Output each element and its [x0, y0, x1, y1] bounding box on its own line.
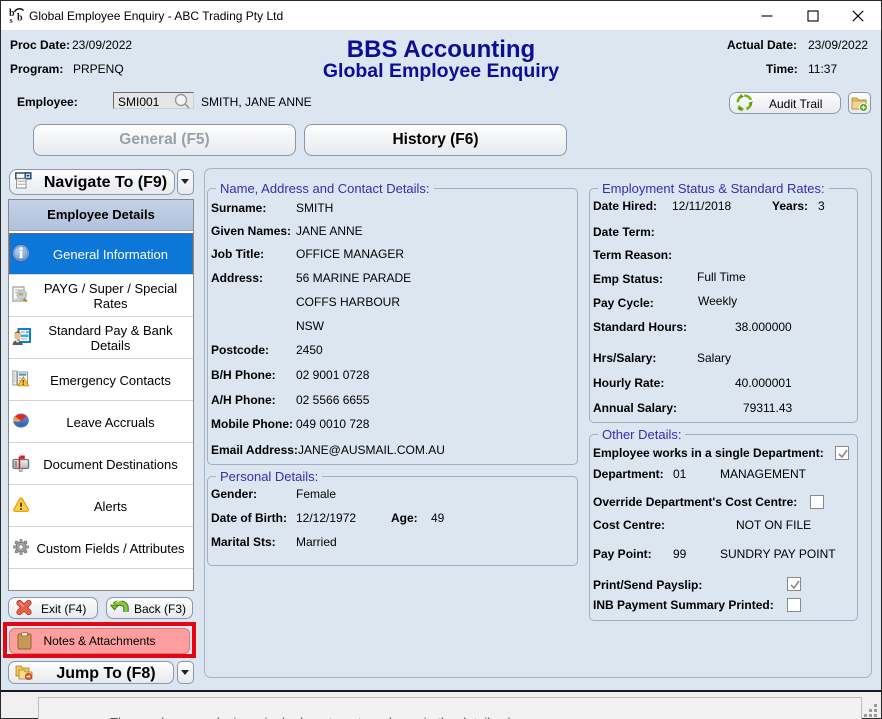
svg-text:!: ! [22, 377, 25, 386]
svg-text:b: b [17, 13, 23, 24]
svg-text:s: s [10, 16, 13, 23]
